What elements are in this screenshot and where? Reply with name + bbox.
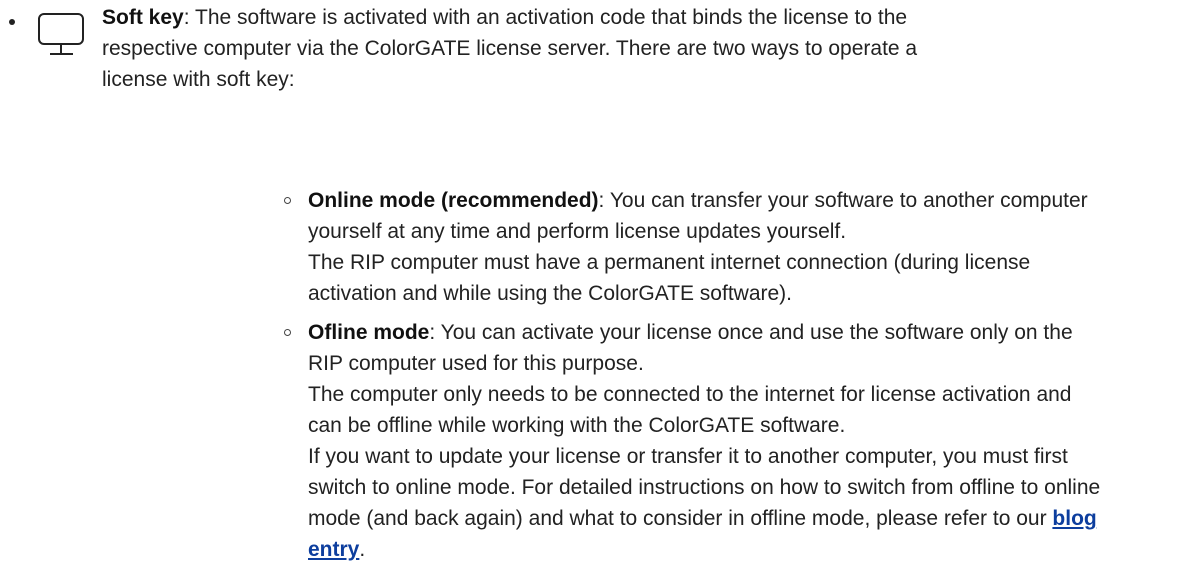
online-mode-text-d: activation and while using the ColorGATE… [308, 282, 793, 305]
soft-key-text-1: : The software is activated with an acti… [183, 6, 908, 29]
online-mode-text-b: yourself at any time and perform license… [308, 220, 847, 243]
offline-mode-title: Ofline mode [308, 321, 430, 344]
offline-mode-end: . [359, 538, 366, 561]
offline-mode-text-a: : You can activate your license once and… [429, 321, 1073, 344]
soft-key-text-3: license with soft key: [102, 68, 295, 91]
offline-mode-text-b: RIP computer used for this purpose. [308, 352, 644, 375]
offline-mode-text-d: can be offline while working with the Co… [308, 414, 846, 437]
offline-mode-text-g: mode (and back again) and what to consid… [308, 507, 1053, 530]
blog-entry-link-part-1[interactable]: blog [1052, 507, 1096, 530]
online-mode-text-a: : You can transfer your software to anot… [598, 189, 1088, 212]
circle-bullet [284, 197, 291, 204]
blog-entry-link-part-2[interactable]: entry [308, 538, 359, 561]
offline-mode-item: Ofline mode: You can activate your licen… [0, 317, 1158, 565]
help-page: Soft key: The software is activated with… [0, 0, 1180, 580]
offline-mode-text-e: If you want to update your license or tr… [308, 445, 1068, 468]
soft-key-title: Soft key [102, 6, 184, 29]
offline-mode-text-f: switch to online mode. For detailed inst… [308, 476, 1101, 499]
mode-list: Online mode (recommended): You can trans… [0, 185, 1170, 565]
online-mode-text-c: The RIP computer must have a permanent i… [308, 251, 1031, 274]
soft-key-text-2: respective computer via the ColorGATE li… [102, 37, 918, 60]
monitor-icon [38, 13, 84, 55]
offline-mode-text-c: The computer only needs to be connected … [308, 383, 1072, 406]
soft-key-paragraph: Soft key: The software is activated with… [36, 2, 1166, 95]
circle-bullet [284, 329, 291, 336]
bullet-disc [9, 19, 15, 25]
online-mode-title: Online mode (recommended) [308, 189, 599, 212]
online-mode-item: Online mode (recommended): You can trans… [0, 185, 1158, 309]
